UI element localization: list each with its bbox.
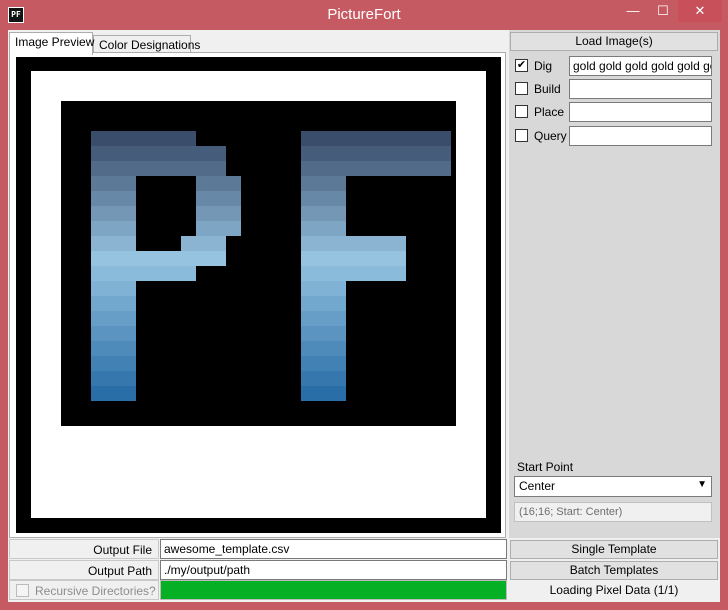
preview-frame	[16, 57, 501, 533]
letter-f-pixel	[301, 386, 346, 401]
pf-pixel-art	[91, 131, 451, 401]
letter-f-pixel	[346, 161, 451, 176]
close-button[interactable]: ✕	[678, 0, 722, 22]
place-checkbox[interactable]	[515, 105, 528, 118]
load-images-button[interactable]: Load Image(s)	[510, 32, 718, 51]
dig-checkbox[interactable]: ✔	[515, 59, 528, 72]
letter-f-pixel	[301, 326, 346, 341]
output-file-input[interactable]: awesome_template.csv	[160, 539, 507, 559]
output-path-label: Output Path	[9, 560, 159, 580]
letter-p-pixel	[136, 131, 196, 146]
letter-f-pixel	[301, 161, 346, 176]
letter-p-pixel	[91, 161, 136, 176]
designation-row-query: Query	[515, 126, 715, 146]
letter-f-pixel	[346, 236, 406, 251]
designation-row-build: Build	[515, 79, 715, 99]
letter-f-pixel	[301, 221, 346, 236]
letter-p-pixel	[196, 176, 241, 191]
preview-canvas	[31, 71, 486, 518]
letter-f-pixel	[301, 146, 346, 161]
minimize-button[interactable]: —	[618, 0, 648, 22]
output-file-label: Output File	[9, 539, 159, 559]
letter-p-pixel	[136, 266, 196, 281]
letter-p-pixel	[91, 311, 136, 326]
query-label: Query	[534, 129, 567, 143]
letter-p-pixel	[91, 251, 136, 266]
build-checkbox[interactable]	[515, 82, 528, 95]
letter-p-pixel	[91, 266, 136, 281]
letter-p-pixel	[91, 386, 136, 401]
client-area: Image Preview Color Designations Load Im…	[8, 30, 720, 602]
letter-p-pixel	[91, 281, 136, 296]
maximize-button[interactable]: ☐	[648, 0, 678, 22]
preview-image	[61, 101, 456, 426]
letter-p-pixel	[91, 191, 136, 206]
letter-p-pixel	[91, 296, 136, 311]
letter-p-pixel	[91, 326, 136, 341]
build-input[interactable]	[569, 79, 712, 99]
place-label: Place	[534, 105, 565, 119]
designation-row-place: Place	[515, 102, 715, 122]
letter-p-pixel	[91, 356, 136, 371]
start-point-select[interactable]: Center ▼	[514, 476, 712, 497]
letter-p-pixel	[91, 371, 136, 386]
designation-panel: Load Image(s) ✔ Dig gold gold gold gold …	[509, 30, 720, 538]
letter-f-pixel	[301, 206, 346, 221]
letter-f-pixel	[346, 131, 451, 146]
letter-f-pixel	[301, 131, 346, 146]
letter-f-pixel	[301, 311, 346, 326]
title-bar[interactable]: PF PictureFort — ☐ ✕	[0, 0, 728, 30]
recursive-directories-option[interactable]: Recursive Directories?	[9, 580, 159, 600]
recursive-checkbox[interactable]	[16, 584, 29, 597]
letter-f-pixel	[301, 296, 346, 311]
query-input[interactable]	[569, 126, 712, 146]
dig-label: Dig	[534, 59, 553, 73]
start-point-info: (16;16; Start: Center)	[514, 502, 712, 522]
letter-f-pixel	[346, 266, 406, 281]
start-point-label: Start Point	[517, 460, 574, 474]
letter-f-pixel	[301, 176, 346, 191]
letter-p-pixel	[91, 206, 136, 221]
letter-f-pixel	[301, 266, 346, 281]
letter-p-pixel	[181, 236, 226, 251]
letter-f-pixel	[301, 191, 346, 206]
build-label: Build	[534, 82, 561, 96]
letter-f-pixel	[301, 236, 346, 251]
progress-bar	[160, 580, 507, 600]
letter-p-pixel	[91, 146, 136, 161]
single-template-button[interactable]: Single Template	[510, 540, 718, 559]
letter-p-pixel	[196, 191, 241, 206]
letter-f-pixel	[346, 251, 406, 266]
batch-templates-button[interactable]: Batch Templates	[510, 561, 718, 580]
progress-fill	[161, 581, 506, 599]
letter-p-pixel	[91, 221, 136, 236]
letter-p-pixel	[91, 176, 136, 191]
status-text: Loading Pixel Data (1/1)	[549, 583, 679, 597]
letter-p-pixel	[91, 236, 136, 251]
tab-image-preview[interactable]: Image Preview	[9, 32, 94, 55]
start-point-value: Center	[519, 479, 556, 493]
app-window: PF PictureFort — ☐ ✕ Image Preview Color…	[0, 0, 728, 610]
dig-input[interactable]: gold gold gold gold gold gold	[569, 56, 712, 76]
letter-p-pixel	[136, 146, 226, 161]
letter-p-pixel	[196, 206, 241, 221]
designation-row-dig: ✔ Dig gold gold gold gold gold gold	[515, 56, 715, 76]
letter-f-pixel	[301, 251, 346, 266]
letter-p-pixel	[91, 131, 136, 146]
letter-f-pixel	[301, 281, 346, 296]
letter-f-pixel	[301, 356, 346, 371]
recursive-label: Recursive Directories?	[35, 584, 156, 598]
image-preview-panel	[9, 52, 506, 538]
place-input[interactable]	[569, 102, 712, 122]
query-checkbox[interactable]	[515, 129, 528, 142]
letter-p-pixel	[136, 161, 226, 176]
letter-f-pixel	[346, 146, 451, 161]
output-path-input[interactable]: ./my/output/path	[160, 560, 507, 580]
chevron-down-icon: ▼	[697, 479, 707, 490]
letter-f-pixel	[301, 371, 346, 386]
letter-f-pixel	[301, 341, 346, 356]
letter-p-pixel	[91, 341, 136, 356]
letter-p-pixel	[196, 221, 241, 236]
letter-p-pixel	[136, 251, 226, 266]
